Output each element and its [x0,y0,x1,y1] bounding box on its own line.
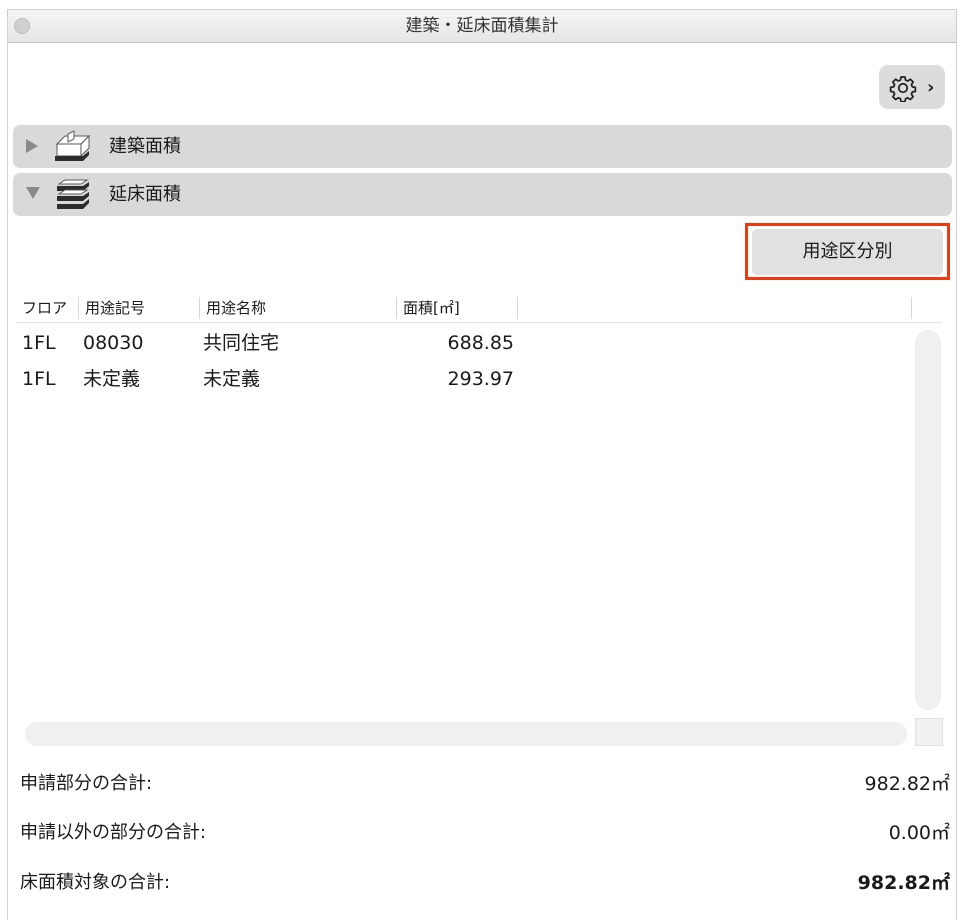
cell-usage-name: 未定義 [203,368,261,390]
section-label: 延床面積 [109,184,181,205]
table-row[interactable]: 1FL 未定義 未定義 293.97 [16,361,536,397]
column-header-floor[interactable]: フロア [16,293,76,323]
section-label: 建築面積 [109,136,181,157]
cell-floor: 1FL [22,332,56,354]
cell-area: 688.85 [447,332,514,354]
horizontal-scrollbar[interactable] [25,722,907,746]
column-divider[interactable] [911,297,912,319]
column-header-usage-code[interactable]: 用途記号 [79,293,199,323]
column-divider[interactable] [517,297,518,319]
total-label: 申請以外の部分の合計: [20,822,207,843]
building-area-icon [55,130,91,161]
window-title: 建築・延床面積集計 [405,16,559,36]
gear-icon [889,76,917,102]
column-header-usage-name[interactable]: 用途名称 [200,293,396,323]
vertical-scrollbar[interactable] [915,330,941,710]
disclosure-right-icon [26,139,38,153]
total-value: 0.00㎡ [888,822,950,844]
floor-area-icon [57,179,89,209]
total-label: 申請部分の合計: [20,773,153,794]
total-value: 982.82㎡ [864,773,950,795]
disclosure-down-icon [26,187,40,199]
total-label: 床面積対象の合計: [20,872,171,893]
cell-area: 293.97 [447,368,514,390]
chevron-right-icon: › [927,77,935,98]
settings-button[interactable]: › [879,65,945,109]
usage-category-button[interactable]: 用途区分別 [752,229,943,275]
cell-usage-name: 共同住宅 [203,332,280,354]
title-bar[interactable]: 建築・延床面積集計 [8,10,956,43]
table-header: フロア 用途記号 用途名称 面積[㎡] [16,293,942,323]
total-value: 982.82㎡ [857,872,950,894]
total-row-floor-area: 床面積対象の合計: 982.82㎡ [20,863,950,903]
total-row-application: 申請部分の合計: 982.82㎡ [20,764,950,804]
cell-usage-code: 08030 [83,332,144,354]
table-row[interactable]: 1FL 08030 共同住宅 688.85 [16,325,536,361]
scroll-corner [915,718,943,746]
area-summary-window: 建築・延床面積集計 › 建築面積 延床面積 用途区分別 フロア 用途記号 用途名… [7,9,957,920]
section-total-floor-area[interactable]: 延床面積 [13,173,952,216]
total-row-non-application: 申請以外の部分の合計: 0.00㎡ [20,813,950,853]
column-header-area[interactable]: 面積[㎡] [397,293,517,323]
section-building-area[interactable]: 建築面積 [13,125,952,168]
cell-usage-code: 未定義 [83,368,141,390]
cell-floor: 1FL [22,368,56,390]
